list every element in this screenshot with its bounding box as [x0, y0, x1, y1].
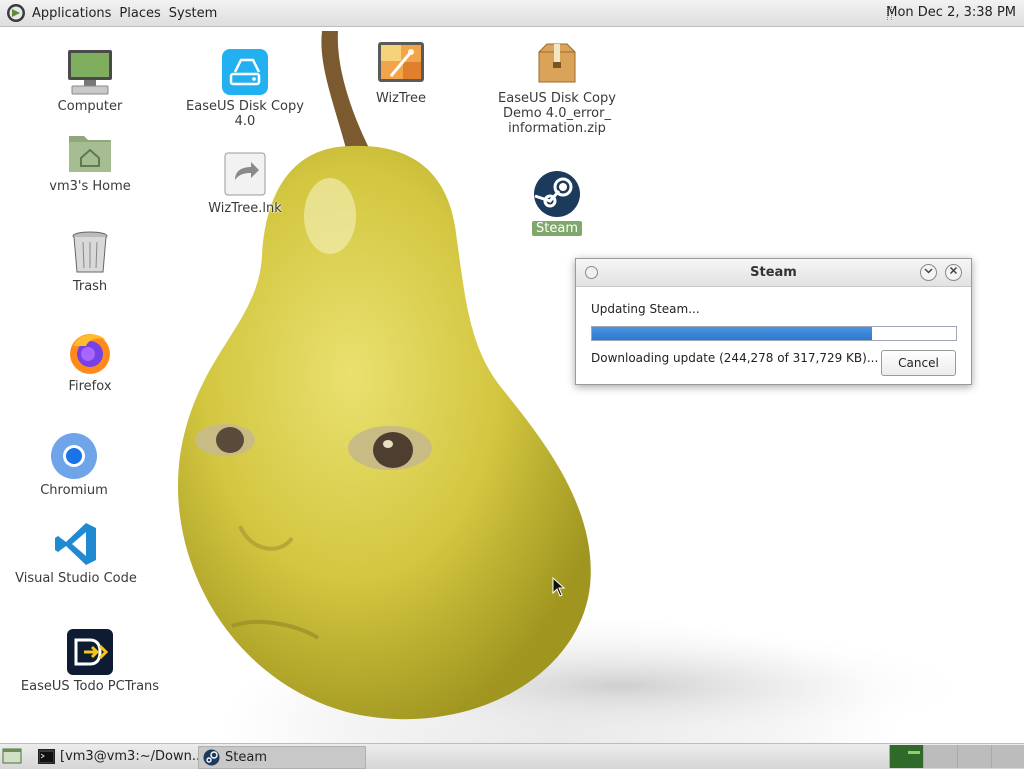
chevron-down-icon — [924, 268, 933, 274]
pctrans-icon — [66, 628, 114, 676]
system-menu[interactable]: System — [165, 6, 221, 21]
desktop-icon-label: vm3's Home — [49, 179, 131, 194]
applications-menu[interactable]: Applications — [28, 6, 115, 21]
top-panel: Applications Places System Mon Dec 2, 3:… — [0, 0, 1024, 27]
taskbar-item-label: Steam — [225, 750, 267, 765]
shortcut-icon — [221, 150, 269, 198]
desktop-icon-label: Visual Studio Code — [15, 571, 137, 586]
desktop-icon-easeus-disk-copy[interactable]: EaseUS Disk Copy 4.0 — [175, 48, 315, 129]
desktop-icon-zip[interactable]: EaseUS Disk Copy Demo 4.0_error_ informa… — [487, 40, 627, 136]
mate-logo-icon[interactable] — [6, 3, 26, 23]
desktop-icon-firefox[interactable]: Firefox — [20, 328, 160, 394]
dialog-titlebar[interactable]: Steam — [576, 259, 971, 287]
mouse-cursor-icon — [552, 577, 566, 597]
wiztree-icon — [377, 40, 425, 88]
show-desktop-icon[interactable] — [2, 747, 22, 765]
desktop-icon-steam[interactable]: Steam — [487, 170, 627, 236]
taskbar-item-terminal[interactable]: [vm3@vm3:~/Down... — [34, 746, 220, 767]
workspace-3[interactable] — [957, 745, 991, 768]
desktop-icon-chromium[interactable]: Chromium — [4, 432, 144, 498]
chromium-icon — [50, 432, 98, 480]
minimize-button[interactable] — [920, 264, 937, 281]
desktop-icon-wiztree[interactable]: WizTree — [331, 40, 471, 106]
close-icon — [949, 266, 958, 275]
workspace-1[interactable] — [889, 745, 923, 768]
desktop-icon-label: WizTree — [375, 91, 427, 106]
desktop-icon-pctrans[interactable]: EaseUS Todo PCTrans — [20, 628, 160, 694]
dialog-title: Steam — [750, 265, 797, 280]
trash-icon — [66, 228, 114, 276]
home-folder-icon — [66, 128, 114, 176]
desktop-icon-home[interactable]: vm3's Home — [20, 128, 160, 194]
close-button[interactable] — [945, 264, 962, 281]
desktop-icon-computer[interactable]: Computer — [20, 48, 160, 114]
steam-update-dialog: Steam Updating Steam... Downloading upda… — [575, 258, 972, 385]
steam-icon — [203, 749, 220, 766]
firefox-icon — [66, 328, 114, 376]
desktop-icon-label: EaseUS Disk Copy Demo 4.0_error_ informa… — [498, 91, 616, 136]
desktop-icon-vscode[interactable]: Visual Studio Code — [6, 520, 146, 586]
desktop-icon-label: EaseUS Todo PCTrans — [20, 679, 160, 694]
clock[interactable]: Mon Dec 2, 3:38 PM — [886, 0, 1016, 26]
desktop-icon-label-selected: Steam — [532, 221, 582, 236]
desktop-icon-label: Trash — [72, 279, 108, 294]
desktop-icon-label: Computer — [57, 99, 123, 114]
bottom-panel: [vm3@vm3:~/Down... Steam — [0, 743, 1024, 769]
desktop-icon-label: Chromium — [40, 483, 108, 498]
desktop-icon-label: Firefox — [68, 379, 112, 394]
download-progress-bar — [591, 326, 957, 341]
desktop-icon-wiztree-lnk[interactable]: WizTree.lnk — [175, 150, 315, 216]
places-menu[interactable]: Places — [115, 6, 164, 21]
terminal-icon — [38, 749, 55, 764]
desktop-icon-label: EaseUS Disk Copy 4.0 — [186, 99, 304, 129]
cancel-button[interactable]: Cancel — [881, 350, 956, 376]
steam-icon — [533, 170, 581, 218]
download-detail-text: Downloading update (244,278 of 317,729 K… — [591, 351, 879, 365]
update-status-text: Updating Steam... — [591, 302, 700, 316]
desktop-icon-label: WizTree.lnk — [208, 201, 282, 216]
taskbar-item-label: [vm3@vm3:~/Down... — [60, 749, 205, 764]
zip-archive-icon — [533, 40, 581, 88]
workspace-4[interactable] — [991, 745, 1024, 768]
progress-fill — [592, 327, 872, 340]
taskbar-item-steam[interactable]: Steam — [198, 746, 366, 769]
vscode-icon — [52, 520, 100, 568]
easeus-disk-copy-icon — [221, 48, 269, 96]
desktop-icon-trash[interactable]: Trash — [20, 228, 160, 294]
workspace-window-preview — [908, 751, 920, 754]
workspace-2[interactable] — [923, 745, 957, 768]
computer-icon — [66, 48, 114, 96]
